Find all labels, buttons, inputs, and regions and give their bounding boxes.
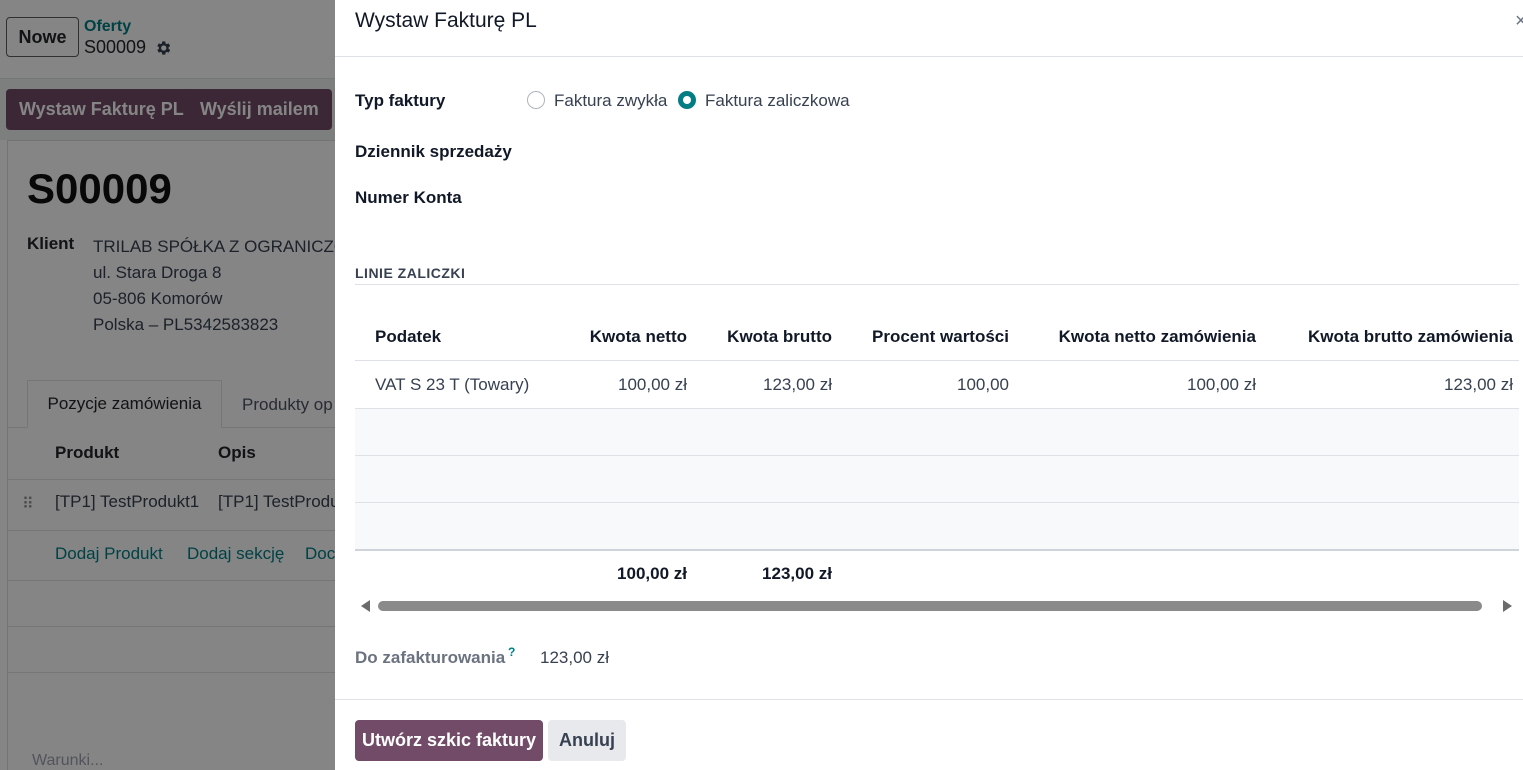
to-invoice-label: Do zafakturowania [355,648,506,667]
close-icon[interactable]: × [1515,10,1523,33]
cell-net-amount[interactable]: 100,00 zł [618,375,687,395]
radio-regular-invoice[interactable] [527,91,545,109]
column-header-net-amount[interactable]: Kwota netto [590,327,687,347]
footer-divider [335,699,1523,700]
cell-tax[interactable]: VAT S 23 T (Towary) [375,375,529,395]
total-gross-amount: 123,00 zł [762,564,832,583]
total-net-amount: 100,00 zł [617,564,687,583]
to-invoice-value: 123,00 zł [540,648,609,667]
column-header-gross-amount[interactable]: Kwota brutto [727,327,832,347]
column-header-order-gross[interactable]: Kwota brutto zamówienia [1308,327,1513,347]
header-divider [355,360,1519,361]
column-header-tax[interactable]: Podatek [375,327,441,347]
scroll-right-icon[interactable] [1503,600,1512,612]
section-divider [355,284,1519,285]
section-title: LINIE ZALICZKI [355,265,466,281]
invoice-type-label: Typ faktury [355,91,446,110]
empty-row [355,503,1519,549]
scrollbar-thumb[interactable] [378,601,1482,611]
column-header-order-net[interactable]: Kwota netto zamówienia [1059,327,1256,347]
empty-row [355,456,1519,502]
horizontal-scrollbar[interactable] [355,598,1519,614]
cell-gross-amount[interactable]: 123,00 zł [763,375,832,395]
dialog-header: Wystaw Fakturę PL × [335,0,1523,57]
issue-invoice-dialog: Wystaw Fakturę PL × Typ faktury Faktura … [335,0,1523,770]
radio-advance-invoice[interactable] [678,91,696,109]
column-header-percent[interactable]: Procent wartości [872,327,1009,347]
empty-row [355,409,1519,455]
help-icon[interactable]: ? [508,645,515,659]
footer-divider [355,549,1519,551]
cell-order-net[interactable]: 100,00 zł [1187,375,1256,395]
cell-order-gross[interactable]: 123,00 zł [1444,375,1513,395]
cell-percent[interactable]: 100,00 [957,375,1009,395]
radio-regular-invoice-label[interactable]: Faktura zwykła [554,91,667,111]
account-number-label: Numer Konta [355,188,462,207]
radio-advance-invoice-label[interactable]: Faktura zaliczkowa [705,91,850,111]
create-draft-invoice-button[interactable]: Utwórz szkic faktury [355,720,543,761]
sales-journal-label: Dziennik sprzedaży [355,142,512,161]
scroll-left-icon[interactable] [361,600,370,612]
cancel-button[interactable]: Anuluj [548,720,626,761]
dialog-title: Wystaw Fakturę PL [355,9,537,32]
